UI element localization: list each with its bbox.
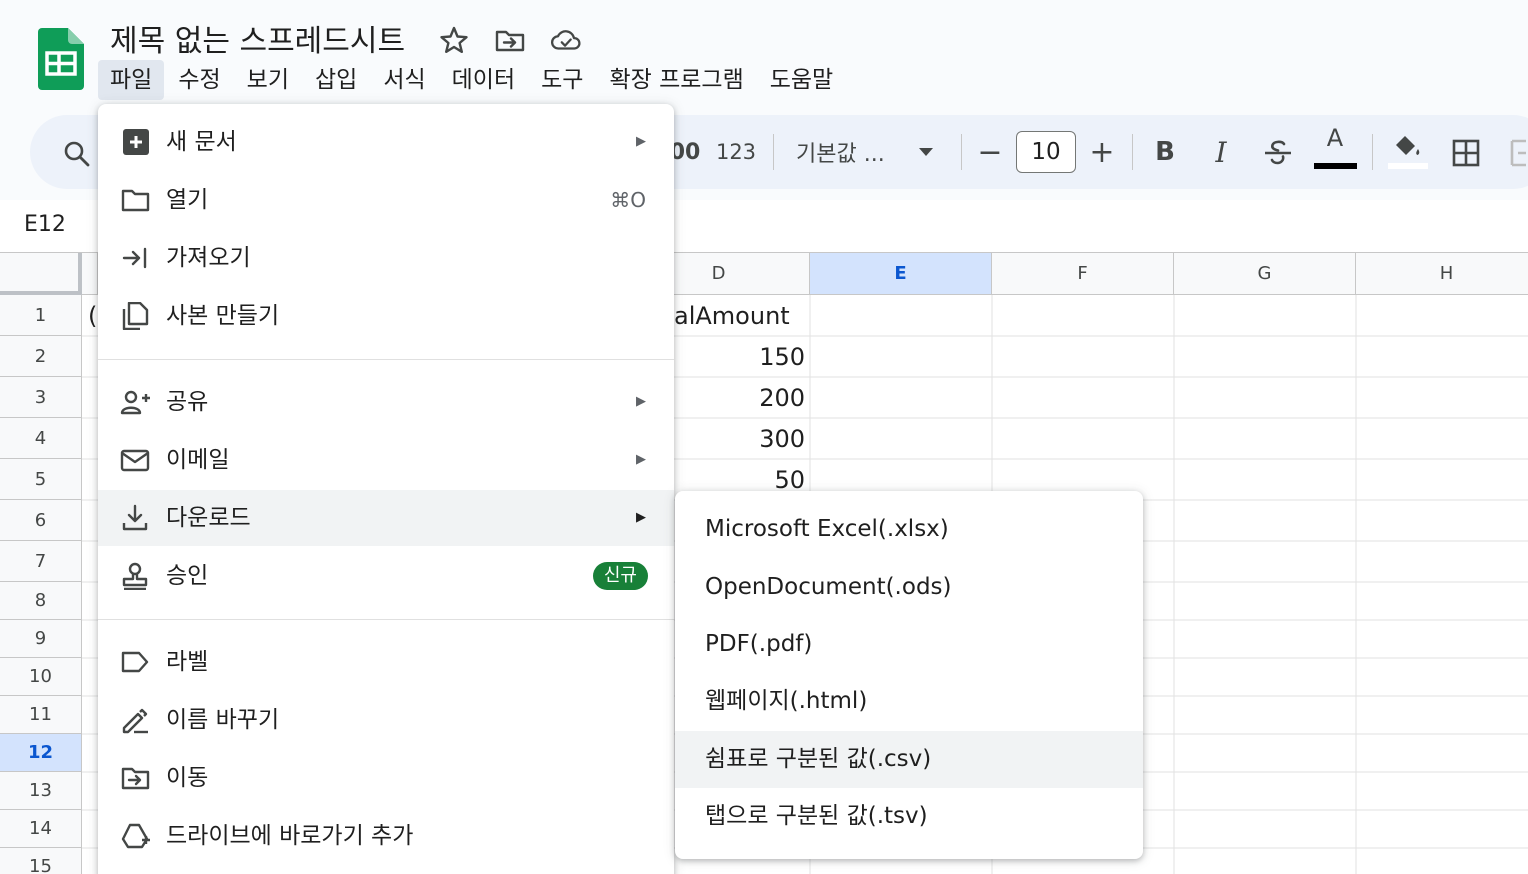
column-header-g[interactable]: G	[1174, 253, 1356, 295]
download-xlsx[interactable]: Microsoft Excel(.xlsx)	[675, 501, 1143, 558]
menu-item-move[interactable]: 이동	[98, 750, 674, 806]
menu-item-import[interactable]: 가져오기	[98, 230, 674, 286]
menu-item-email[interactable]: 이메일 ▶	[98, 432, 674, 488]
label-tag-icon	[121, 651, 149, 673]
drive-shortcut-icon	[121, 823, 150, 849]
toolbar-divider	[961, 134, 962, 170]
new-badge: 신규	[592, 562, 648, 590]
menu-divider	[98, 619, 674, 620]
move-folder-icon	[121, 767, 150, 790]
merge-cells-icon[interactable]	[1508, 137, 1528, 169]
download-html[interactable]: 웹페이지(.html)	[675, 673, 1143, 730]
copy-icon	[122, 302, 149, 330]
font-size-input[interactable]: 10	[1016, 131, 1076, 173]
cloud-status-icon[interactable]	[550, 24, 582, 56]
column-header-h[interactable]: H	[1356, 253, 1528, 295]
menu-item-open[interactable]: 열기 ⌘O	[98, 172, 674, 228]
name-box[interactable]: E12	[24, 212, 66, 237]
approval-stamp-icon	[122, 562, 148, 590]
download-submenu: Microsoft Excel(.xlsx) OpenDocument(.ods…	[675, 491, 1143, 859]
fill-color-icon[interactable]	[1390, 132, 1424, 162]
toolbar-divider	[1372, 134, 1373, 170]
star-icon[interactable]	[438, 24, 470, 56]
cell-d3[interactable]: 200	[759, 384, 805, 412]
menu-extensions[interactable]: 확장 프로그램	[597, 60, 755, 100]
decimal-format-button[interactable]: 00	[670, 115, 701, 189]
menu-item-download[interactable]: 다운로드 ▶	[98, 490, 674, 546]
download-ods[interactable]: OpenDocument(.ods)	[675, 559, 1143, 616]
bold-button[interactable]: B	[1150, 115, 1180, 189]
cell-d5[interactable]: 50	[774, 466, 805, 494]
chevron-down-icon[interactable]	[917, 145, 935, 159]
menu-item-labels[interactable]: 라벨	[98, 634, 674, 690]
row-header[interactable]: 15	[0, 848, 82, 874]
import-arrow-icon	[122, 247, 147, 269]
search-icon[interactable]	[62, 139, 92, 169]
font-size-increase-button[interactable]: +	[1088, 115, 1116, 189]
menu-insert[interactable]: 삽입	[303, 60, 369, 100]
menu-divider	[98, 359, 674, 360]
menu-help[interactable]: 도움말	[758, 60, 845, 100]
row-header[interactable]: 13	[0, 772, 82, 810]
text-color-swatch	[1314, 163, 1357, 169]
menu-item-new[interactable]: 새 문서 ▶	[98, 114, 674, 170]
menu-data[interactable]: 데이터	[440, 60, 527, 100]
row-header[interactable]: 3	[0, 377, 82, 418]
menu-item-share[interactable]: 공유 ▶	[98, 374, 674, 430]
row-header[interactable]: 7	[0, 541, 82, 582]
row-header-selected[interactable]: 12	[0, 734, 82, 772]
menu-tools[interactable]: 도구	[529, 60, 595, 100]
row-header[interactable]: 4	[0, 418, 82, 459]
font-size-decrease-button[interactable]: −	[976, 115, 1004, 189]
cell-d1[interactable]: alAmount	[674, 302, 790, 330]
font-family-select[interactable]: 기본값 ...	[796, 115, 892, 189]
row-header[interactable]: 1	[0, 295, 82, 336]
cell-d2[interactable]: 150	[759, 343, 805, 371]
toolbar-divider	[1132, 134, 1133, 170]
select-all-corner[interactable]	[0, 253, 82, 295]
text-color-button[interactable]: A	[1318, 118, 1352, 158]
column-header-partial	[82, 253, 98, 295]
row-header[interactable]: 2	[0, 336, 82, 377]
move-folder-icon[interactable]	[494, 24, 526, 56]
download-tsv[interactable]: 탭으로 구분된 값(.tsv)	[675, 788, 1143, 845]
cell-a1-partial[interactable]: (	[88, 302, 97, 330]
folder-open-icon	[121, 189, 150, 212]
row-header[interactable]: 11	[0, 696, 82, 734]
menu-item-rename[interactable]: 이름 바꾸기	[98, 692, 674, 748]
fill-color-swatch	[1388, 163, 1428, 169]
document-title[interactable]: 제목 없는 스프레드시트	[110, 16, 405, 60]
menu-edit[interactable]: 수정	[166, 60, 232, 100]
menu-item-approvals[interactable]: 승인 신규	[98, 548, 674, 604]
menu-format[interactable]: 서식	[371, 60, 437, 100]
row-header[interactable]: 6	[0, 500, 82, 541]
email-icon	[120, 449, 150, 472]
download-csv[interactable]: 쉼표로 구분된 값(.csv)	[675, 731, 1143, 788]
italic-button[interactable]: I	[1206, 115, 1236, 189]
row-header[interactable]: 5	[0, 459, 82, 500]
menu-view[interactable]: 보기	[235, 60, 301, 100]
rename-pencil-icon	[122, 708, 148, 734]
new-document-icon	[123, 129, 149, 155]
sheets-logo-icon[interactable]	[38, 28, 84, 90]
column-header-e[interactable]: E	[810, 253, 992, 295]
menu-item-make-copy[interactable]: 사본 만들기	[98, 288, 674, 344]
cell-d4[interactable]: 300	[759, 425, 805, 453]
download-icon	[122, 504, 148, 531]
file-menu: 새 문서 ▶ 열기 ⌘O 가져오기 사본 만들기 공유 ▶ 이메일 ▶ 다운로드…	[98, 104, 674, 874]
number-format-button[interactable]: 123	[714, 115, 758, 189]
person-add-icon	[120, 390, 150, 415]
row-header[interactable]: 14	[0, 810, 82, 848]
strikethrough-icon[interactable]	[1262, 138, 1294, 166]
toolbar-divider	[773, 134, 774, 170]
menu-item-add-shortcut[interactable]: 드라이브에 바로가기 추가	[98, 808, 674, 864]
menu-file[interactable]: 파일	[98, 60, 165, 100]
column-header-f[interactable]: F	[992, 253, 1174, 295]
download-pdf[interactable]: PDF(.pdf)	[675, 616, 1143, 673]
row-header[interactable]: 10	[0, 658, 82, 696]
menu-bar: 파일 수정 보기 삽입 서식 데이터 도구 확장 프로그램 도움말	[98, 60, 847, 102]
row-header[interactable]: 9	[0, 620, 82, 658]
borders-icon[interactable]	[1450, 137, 1482, 169]
row-header[interactable]: 8	[0, 582, 82, 620]
